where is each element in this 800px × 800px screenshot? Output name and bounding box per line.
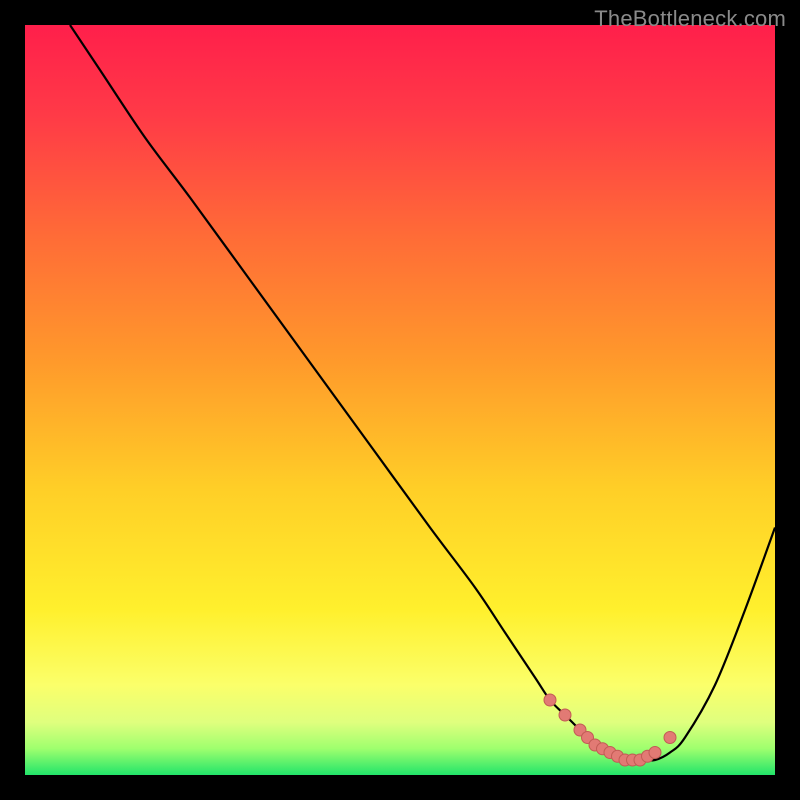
curve-marker xyxy=(544,694,556,706)
chart-container: TheBottleneck.com xyxy=(0,0,800,800)
curve-marker xyxy=(664,732,676,744)
watermark-text: TheBottleneck.com xyxy=(594,6,786,32)
plot-area xyxy=(25,25,775,775)
curve-marker xyxy=(559,709,571,721)
chart-svg xyxy=(25,25,775,775)
gradient-background xyxy=(25,25,775,775)
curve-marker xyxy=(649,747,661,759)
